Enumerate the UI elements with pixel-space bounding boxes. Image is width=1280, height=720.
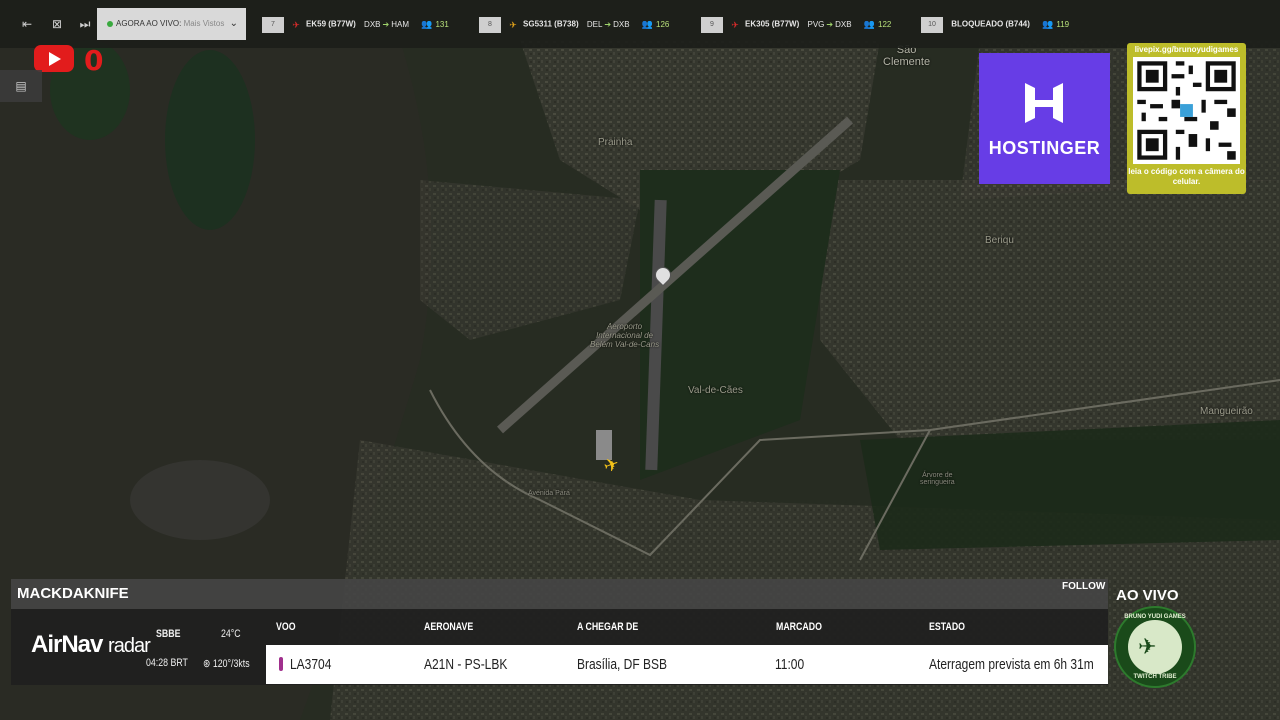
col-header-aeronave: AERONAVE — [424, 621, 474, 633]
hostinger-logo-icon — [1025, 83, 1063, 123]
ticker-to: HAM — [391, 19, 409, 29]
live-filter-select[interactable]: AGORA AO VIVO: Mais Vistos ⌄ — [97, 8, 246, 40]
live-label: AGORA AO VIVO: — [116, 19, 182, 28]
arrow-right-icon: ➔ — [826, 19, 834, 29]
cell-voo: LA3704 — [290, 656, 332, 673]
arrow-right-icon: ➔ — [604, 19, 612, 29]
arrow-right-icon: ➔ — [382, 19, 390, 29]
map-label-road: Avenida Pará — [528, 490, 570, 497]
ticker-flight-code: EK305 (B77W) — [745, 19, 800, 29]
ticker-rank: 8 — [479, 16, 501, 33]
ticker-item[interactable]: 9 ✈ EK305 (B77W) PVG ➔ DXB 👥 122 — [701, 15, 891, 33]
ticker-to: DXB — [835, 19, 852, 29]
map-label-mangueirao: Mangueirão — [1200, 406, 1253, 417]
badge-plane-icon: ✈ — [1138, 634, 1157, 659]
live-title: AO VIVO — [1116, 587, 1179, 604]
watchers-icon: 👥 — [863, 19, 876, 29]
col-header-marcado: MARCADO — [776, 621, 822, 633]
ticker-rank: 10 — [921, 16, 943, 33]
temperature: 24°C — [221, 628, 241, 640]
ticker-flight-code: EK59 (B77W) — [306, 19, 356, 29]
plane-icon: ✈ — [292, 19, 300, 30]
airline-marker-icon — [279, 657, 283, 671]
flight-info-table: AirNav radar SBBE 04:28 BRT 24°C ⊛ 120°/… — [11, 609, 1108, 685]
ticker-watchers: 119 — [1056, 20, 1070, 29]
col-header-chegar: A CHEGAR DE — [577, 621, 639, 633]
livepix-qr-card: livepix.gg/brunoyudigames leia o código … — [1127, 43, 1246, 194]
ticker-watchers: 126 — [656, 20, 670, 29]
qr-hint: leia o código com a câmera do celular. — [1128, 167, 1245, 186]
airnav-radar-logo: AirNav radar — [31, 631, 151, 658]
channel-badge: BRUNO YUDI GAMES ✈ TWITCH TRIBE — [1114, 606, 1196, 688]
plane-icon: ✈ — [731, 19, 739, 30]
ticker-watchers: 131 — [435, 20, 449, 29]
map-label-beriquera: Beriqu — [985, 235, 1014, 246]
flight-info-panel: MACKDAKNIFE FOLLOW AirNav radar SBBE 04:… — [11, 579, 1108, 685]
map-label-val-de-caes: Val-de-Cães — [688, 385, 743, 396]
follow-label: FOLLOW — [1062, 581, 1106, 592]
follower-nickname: MACKDAKNIFE — [17, 585, 129, 602]
map-label-airport: Aeroporto Internacional de Belém Val-de-Ca… — [590, 322, 660, 349]
list-panel-icon[interactable]: ▤ — [0, 70, 42, 102]
ticker-item[interactable]: 10 BLOQUEADO (B744) 👥 119 — [921, 15, 1069, 33]
ticker-from: DEL — [586, 19, 603, 29]
cell-chegar: Brasília, DF BSB — [577, 656, 668, 673]
watchers-icon: 👥 — [1042, 19, 1054, 29]
live-select-value: Mais Vistos — [183, 19, 225, 28]
top-ticker-bar: ⇤ ⊠ ⏭ AGORA AO VIVO: Mais Vistos ⌄ 7 ✈ E… — [0, 0, 1280, 48]
map-label-arvore: Árvore de seringueira — [920, 472, 955, 486]
ticker-item[interactable]: 8 ✈ SG5311 (B738) DEL ➔ DXB 👥 126 — [479, 15, 669, 33]
collapse-panel-icon[interactable]: ⇤ — [20, 17, 34, 31]
close-box-icon[interactable]: ⊠ — [50, 17, 64, 31]
badge-ring-top: BRUNO YUDI GAMES — [1124, 614, 1186, 620]
col-header-voo: VOO — [276, 621, 296, 633]
chevron-down-icon: ⌄ — [229, 18, 238, 29]
skip-next-icon[interactable]: ⏭ — [78, 17, 92, 31]
ticker-from: DXB — [364, 19, 381, 29]
ticker-to: DXB — [613, 19, 630, 29]
plane-icon: ✈ — [509, 19, 517, 30]
sponsor-name: HOSTINGER — [988, 138, 1101, 158]
airport-code: SBBE — [156, 628, 181, 640]
map-label-prainha: Prainha — [598, 137, 633, 148]
follower-bar: MACKDAKNIFE FOLLOW — [11, 579, 1108, 609]
cell-aeronave: A21N - PS-LBK — [424, 656, 508, 673]
qr-code-icon — [1133, 57, 1240, 164]
local-time: 04:28 BRT — [146, 657, 188, 669]
watchers-icon: 👥 — [641, 19, 654, 29]
ticker-from: PVG — [807, 19, 825, 29]
cell-marcado: 11:00 — [775, 656, 805, 673]
ticker-flight-code: SG5311 (B738) — [523, 19, 579, 29]
cell-estado: Aterragem prevista em 6h 31m — [929, 656, 1094, 673]
live-indicator-icon — [107, 21, 113, 27]
badge-ring-bottom: TWITCH TRIBE — [1133, 674, 1177, 680]
table-row[interactable]: LA3704 A21N - PS-LBK Brasília, DF BSB 11… — [266, 645, 1108, 684]
ticker-watchers: 122 — [878, 20, 892, 29]
watchers-icon: 👥 — [421, 19, 433, 29]
sponsor-hostinger: HOSTINGER — [979, 53, 1110, 184]
ticker-rank: 9 — [701, 16, 723, 33]
viewer-count: 0 — [84, 44, 104, 77]
ticker-flight-code: BLOQUEADO (B744) — [951, 19, 1030, 29]
wind: ⊛ 120°/3kts — [203, 658, 250, 670]
ticker-rank: 7 — [262, 16, 284, 33]
ticker-item[interactable]: 7 ✈ EK59 (B77W) DXB ➔ HAM 👥 131 — [262, 15, 449, 33]
wind-icon: ⊛ — [203, 658, 211, 670]
youtube-logo-icon — [34, 45, 74, 72]
qr-url: livepix.gg/brunoyudigames — [1134, 45, 1239, 54]
col-header-estado: ESTADO — [929, 621, 966, 633]
